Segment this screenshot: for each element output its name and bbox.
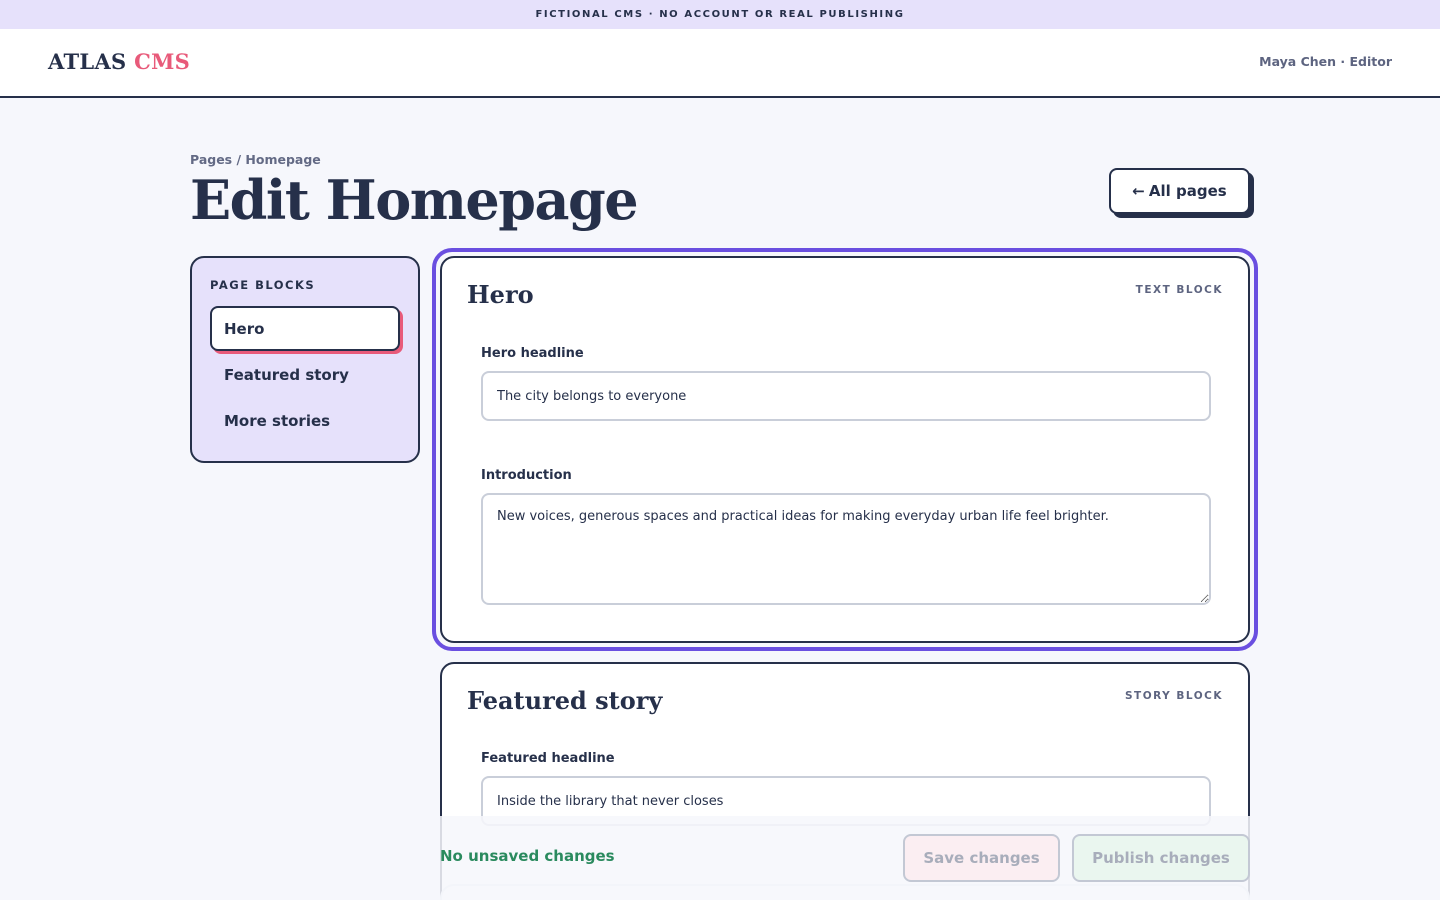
logo-accent: CMS [134,49,191,74]
save-changes-button[interactable]: Save changes [903,834,1060,882]
all-pages-button[interactable]: ← All pages [1109,168,1250,214]
app-logo[interactable]: ATLAS CMS [48,49,190,74]
user-badge: Maya Chen · Editor [1259,54,1392,69]
hero-headline-label: Hero headline [481,346,584,361]
page-blocks-sidebar: PAGE BLOCKS Hero Featured story More sto… [190,256,420,463]
sidebar-item-label: Featured story [224,365,349,384]
hero-block-card: Hero TEXT BLOCK Hero headline Introducti… [440,256,1250,643]
sidebar-item-label: Hero [224,319,265,338]
demo-banner: FICTIONAL CMS · NO ACCOUNT OR REAL PUBLI… [0,0,1440,29]
introduction-textarea[interactable]: New voices, generous spaces and practica… [481,493,1211,605]
featured-headline-label: Featured headline [481,751,615,766]
arrow-left-icon: ← [1132,182,1145,200]
sidebar-item-more-stories[interactable]: More stories [210,398,400,443]
hero-headline-input[interactable] [481,371,1211,421]
sidebar-item-label: More stories [224,411,331,430]
featured-block-tag: STORY BLOCK [1124,690,1223,702]
sidebar-item-hero[interactable]: Hero [210,306,400,351]
featured-block-title: Featured story [467,686,663,715]
hero-block-title: Hero [467,280,534,309]
demo-banner-text: FICTIONAL CMS · NO ACCOUNT OR REAL PUBLI… [535,9,905,20]
sidebar-item-featured-story[interactable]: Featured story [210,352,400,397]
app-header: ATLAS CMS Maya Chen · Editor [0,29,1440,98]
all-pages-label: All pages [1148,182,1227,200]
introduction-label: Introduction [481,468,572,483]
hero-block-tag: TEXT BLOCK [1135,284,1223,296]
breadcrumb: Pages / Homepage [190,152,321,167]
page-title: Edit Homepage [190,168,639,232]
save-status: No unsaved changes [440,847,615,865]
save-bar: No unsaved changes Save changes Publish … [440,816,1250,900]
sidebar-title: PAGE BLOCKS [210,278,316,292]
logo-main: ATLAS [48,49,127,74]
publish-changes-button[interactable]: Publish changes [1072,834,1250,882]
